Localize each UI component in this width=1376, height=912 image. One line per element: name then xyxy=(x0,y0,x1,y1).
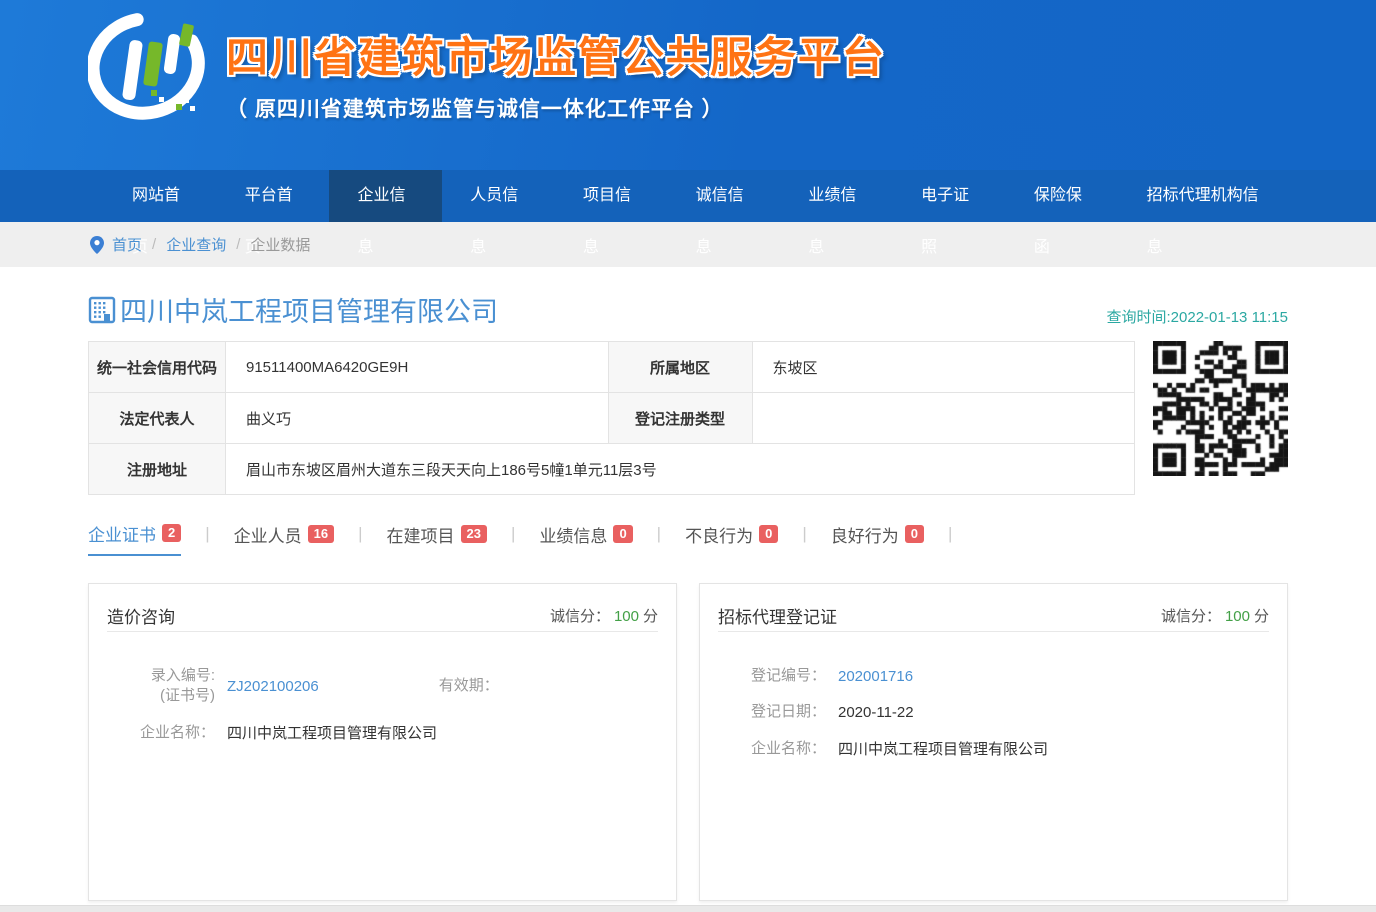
building-icon xyxy=(88,296,116,324)
breadcrumb-bar: 首页 / 企业查询 / 企业数据 xyxy=(0,222,1376,267)
field-value-region: 东坡区 xyxy=(752,342,1135,393)
nav-item-site-home[interactable]: 网站首页 xyxy=(104,170,217,222)
company-name-heading: 四川中岚工程项目管理有限公司 xyxy=(120,290,498,329)
card-title: 招标代理登记证 xyxy=(718,603,837,628)
field-label-registration-number: 登记编号： xyxy=(718,666,838,686)
breadcrumb-home[interactable]: 首页 xyxy=(112,234,142,255)
field-label-credit-code: 统一社会信用代码 xyxy=(89,342,226,393)
site-logo-icon xyxy=(88,12,213,130)
field-label-enterprise-name: 企业名称： xyxy=(107,723,227,743)
detail-tabs: 企业证书 2 | 企业人员 16 | 在建项目 23 | 业绩信息 0 | 不良… xyxy=(88,521,1288,555)
tab-good-behavior[interactable]: 良好行为 0 xyxy=(831,522,924,555)
count-badge: 0 xyxy=(759,525,778,543)
count-badge: 16 xyxy=(308,525,334,543)
count-badge: 23 xyxy=(461,525,487,543)
breadcrumb-separator: / xyxy=(152,236,156,253)
tab-enterprise-personnel[interactable]: 企业人员 16 xyxy=(234,522,334,555)
field-value-legal-rep: 曲义巧 xyxy=(226,393,609,444)
field-value-enterprise-name: 四川中岚工程项目管理有限公司 xyxy=(227,722,437,743)
nav-item-enterprise-info[interactable]: 企业信息 xyxy=(329,170,442,222)
field-label-registration-type: 登记注册类型 xyxy=(608,393,752,444)
location-pin-icon xyxy=(90,236,104,254)
tab-bad-behavior[interactable]: 不良行为 0 xyxy=(685,522,778,555)
field-label-validity: 有效期： xyxy=(391,676,511,696)
certificate-card-bidding-agency-registration: 招标代理登记证 诚信分：100分 登记编号： 202001716 登记日期： 2… xyxy=(699,583,1288,901)
tab-performance-info[interactable]: 业绩信息 0 xyxy=(539,522,632,555)
query-time: 查询时间:2022-01-13 11:15 xyxy=(1107,306,1289,329)
card-title: 造价咨询 xyxy=(107,603,175,628)
tab-separator: | xyxy=(657,524,661,552)
field-label-address: 注册地址 xyxy=(89,444,226,495)
credit-score: 诚信分：100分 xyxy=(1161,605,1269,626)
tab-separator: | xyxy=(358,524,362,552)
field-value-registration-date: 2020-11-22 xyxy=(838,704,914,721)
count-badge: 0 xyxy=(905,525,924,543)
nav-item-platform-home[interactable]: 平台首页 xyxy=(217,170,330,222)
field-value-registration-type xyxy=(752,393,1135,444)
count-badge: 0 xyxy=(613,525,632,543)
table-row: 法定代表人 曲义巧 登记注册类型 xyxy=(89,393,1135,444)
site-title: 四川省建筑市场监管公共服务平台 xyxy=(226,24,886,85)
field-label-entry-number: 录入编号: (证书号) xyxy=(107,666,227,706)
nav-item-bidding-agency[interactable]: 招标代理机构信息 xyxy=(1119,170,1288,222)
nav-item-personnel-info[interactable]: 人员信息 xyxy=(442,170,555,222)
table-row: 注册地址 眉山市东坡区眉州大道东三段天天向上186号5幢1单元11层3号 xyxy=(89,444,1135,495)
field-label-legal-rep: 法定代表人 xyxy=(89,393,226,444)
breadcrumb-current: 企业数据 xyxy=(250,234,310,255)
credit-score: 诚信分：100分 xyxy=(550,605,658,626)
qr-code-box xyxy=(1153,341,1288,484)
nav-item-project-info[interactable]: 项目信息 xyxy=(555,170,668,222)
field-label-region: 所属地区 xyxy=(608,342,752,393)
tab-separator: | xyxy=(205,524,209,552)
count-badge: 2 xyxy=(162,524,181,542)
breadcrumb: 首页 / 企业查询 / 企业数据 xyxy=(88,222,1288,267)
registration-number-link[interactable]: 202001716 xyxy=(838,668,913,685)
site-subtitle: （ 原四川省建筑市场监管与诚信一体化工作平台 ） xyxy=(226,93,886,123)
field-value-enterprise-name: 四川中岚工程项目管理有限公司 xyxy=(838,738,1048,759)
tab-separator: | xyxy=(511,524,515,552)
footer-bar xyxy=(0,905,1376,912)
table-row: 统一社会信用代码 91511400MA6420GE9H 所属地区 东坡区 xyxy=(89,342,1135,393)
field-value-credit-code: 91511400MA6420GE9H xyxy=(226,342,609,393)
page: 四川省建筑市场监管公共服务平台 （ 原四川省建筑市场监管与诚信一体化工作平台 ）… xyxy=(0,0,1376,912)
tab-projects-under-construction[interactable]: 在建项目 23 xyxy=(387,522,487,555)
site-header: 四川省建筑市场监管公共服务平台 （ 原四川省建筑市场监管与诚信一体化工作平台 ） xyxy=(0,0,1376,170)
page-title: 四川中岚工程项目管理有限公司 xyxy=(88,290,498,329)
nav-item-performance-info[interactable]: 业绩信息 xyxy=(780,170,893,222)
nav-item-credit-info[interactable]: 诚信信息 xyxy=(668,170,781,222)
tab-separator: | xyxy=(802,524,806,552)
field-label-enterprise-name: 企业名称： xyxy=(718,739,838,759)
main-nav: 网站首页 平台首页 企业信息 人员信息 项目信息 诚信信息 业绩信息 电子证照 … xyxy=(0,170,1376,222)
field-value-address: 眉山市东坡区眉州大道东三段天天向上186号5幢1单元11层3号 xyxy=(226,444,1135,495)
credit-score-value: 100 xyxy=(614,608,639,625)
nav-item-e-license[interactable]: 电子证照 xyxy=(893,170,1006,222)
field-label-registration-date: 登记日期： xyxy=(718,702,838,722)
company-info-table: 统一社会信用代码 91511400MA6420GE9H 所属地区 东坡区 法定代… xyxy=(88,341,1135,495)
tab-enterprise-certificates[interactable]: 企业证书 2 xyxy=(88,521,181,556)
tab-separator: | xyxy=(948,524,952,552)
nav-item-insurance[interactable]: 保险保函 xyxy=(1006,170,1119,222)
qr-code xyxy=(1153,341,1288,476)
breadcrumb-separator: / xyxy=(236,236,240,253)
credit-score-value: 100 xyxy=(1225,608,1250,625)
breadcrumb-enterprise-search[interactable]: 企业查询 xyxy=(166,234,226,255)
certificate-number-link[interactable]: ZJ202100206 xyxy=(227,678,319,695)
certificate-card-cost-consulting: 造价咨询 诚信分：100分 录入编号: (证书号) ZJ202100206 有效… xyxy=(88,583,677,901)
